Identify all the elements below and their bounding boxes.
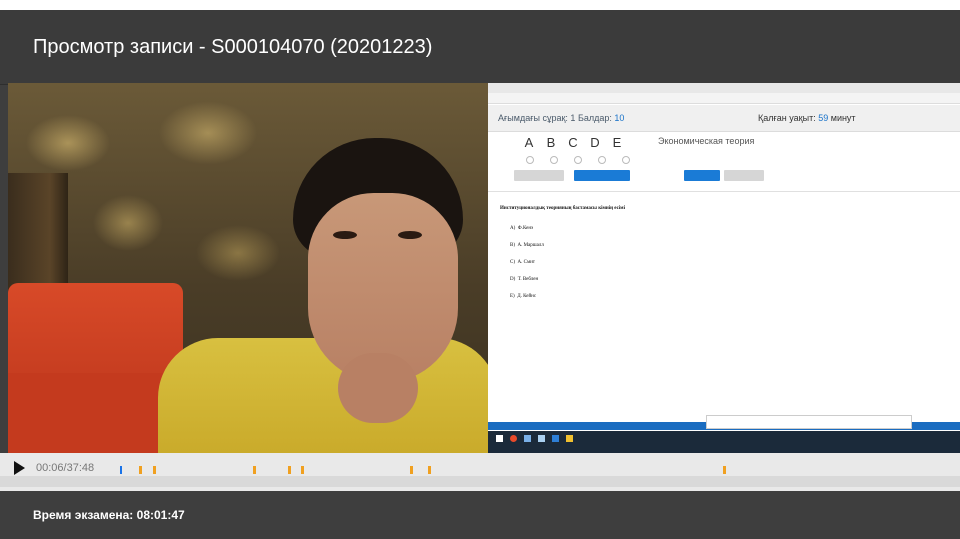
radio-e [622, 156, 630, 164]
person-eye-right [398, 231, 422, 239]
app-icon [538, 435, 545, 442]
current-question-info: Ағымдағы сұрақ: 1 Балдар: 10 [498, 113, 624, 123]
exam-subject: Экономическая теория [658, 136, 755, 146]
event-marker[interactable] [153, 466, 156, 474]
person-eye-left [333, 231, 357, 239]
webcam-feed [8, 83, 488, 453]
radio-d [598, 156, 606, 164]
radio-a [526, 156, 534, 164]
dialog-title: Просмотр записи - S000104070 (20201223) [33, 36, 433, 58]
timecode: 00:06/37:48 [36, 462, 95, 474]
event-marker[interactable] [288, 466, 291, 474]
event-marker[interactable] [139, 466, 142, 474]
event-marker[interactable] [410, 466, 413, 474]
recording-viewer-dialog: Просмотр записи - S000104070 (20201223) … [0, 10, 960, 539]
option-c: C [568, 135, 578, 150]
option-d: D [590, 135, 600, 150]
dialog-header: Просмотр записи - S000104070 (20201223) [0, 10, 960, 85]
exam-divider [488, 191, 960, 192]
answer-b: B) А. Маршалл [510, 243, 544, 248]
folder-icon [566, 435, 573, 442]
time-value: 59 [818, 113, 829, 123]
video-frame[interactable]: Ағымдағы сұрақ: 1 Балдар: 10 Қалған уақы… [8, 83, 960, 453]
windows-icon [496, 435, 503, 442]
score-value: 10 [614, 113, 625, 123]
remaining-time-info: Қалған уақыт: 59 минут [758, 113, 856, 123]
event-marker[interactable] [301, 466, 304, 474]
time-unit: минут [830, 113, 856, 123]
event-marker[interactable] [428, 466, 431, 474]
answer-c: C) А. Смит [510, 260, 535, 265]
question-label: Ағымдағы сұрақ: [498, 113, 568, 123]
sharing-notification [706, 415, 912, 429]
question-number: 1 [570, 113, 576, 123]
play-icon[interactable] [14, 461, 25, 475]
finish-button [724, 170, 764, 181]
person-hand [338, 353, 418, 423]
event-marker[interactable] [253, 466, 256, 474]
option-b: B [546, 135, 556, 150]
question-text: Институционалдық теорияның бастамасы кім… [500, 206, 625, 211]
seek-track[interactable] [0, 476, 960, 487]
answer-d: D) Т. Веблен [510, 277, 539, 282]
answer-a: A) Ф.Кенэ [510, 226, 534, 231]
exam-time: Время экзамена: 08:01:47 [33, 508, 185, 522]
radio-b [550, 156, 558, 164]
explorer-icon [524, 435, 531, 442]
event-marker[interactable] [723, 466, 726, 474]
browser-address-bar [488, 93, 960, 104]
browser-tab-bar [488, 83, 960, 93]
option-e: E [612, 135, 622, 150]
dialog-footer: Время экзамена: 08:01:47 [0, 491, 960, 539]
playhead[interactable] [120, 466, 122, 474]
word-icon [552, 435, 559, 442]
next-button [574, 170, 630, 181]
answer-radios [518, 151, 638, 169]
player-controls: 00:06/37:48 [0, 453, 960, 491]
progress-bar[interactable] [112, 462, 960, 474]
language-button [684, 170, 720, 181]
answer-e: E) Д. Кейнс [510, 294, 537, 299]
chrome-icon [510, 435, 517, 442]
answer-option-letters: ABCDE [518, 135, 628, 150]
prev-button [514, 170, 564, 181]
radio-c [574, 156, 582, 164]
time-label: Қалған уақыт: [758, 113, 816, 123]
screen-capture: Ағымдағы сұрақ: 1 Балдар: 10 Қалған уақы… [488, 83, 960, 453]
option-a: A [524, 135, 534, 150]
score-label: Балдар: [577, 113, 612, 123]
